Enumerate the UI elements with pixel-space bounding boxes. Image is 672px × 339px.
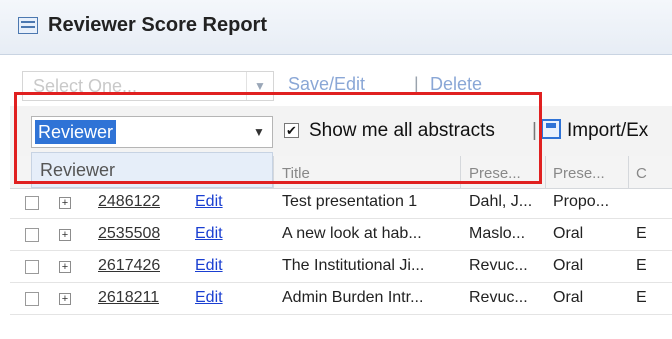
edit-link[interactable]: Edit — [195, 289, 223, 307]
row-title: Test presentation 1 — [282, 193, 418, 210]
expand-row-icon[interactable]: + — [59, 293, 71, 305]
row-extra: E — [636, 225, 647, 242]
edit-link[interactable]: Edit — [195, 225, 223, 243]
abstract-id-link[interactable]: 2486122 — [98, 193, 160, 211]
row-presentation-type: Oral — [553, 257, 584, 274]
abstract-id-link[interactable]: 2617426 — [98, 257, 160, 275]
page-title: Reviewer Score Report — [48, 14, 267, 36]
row-select-checkbox[interactable] — [25, 196, 39, 210]
row-presenter: Revuc... — [469, 257, 528, 274]
row-presenter: Revuc... — [469, 289, 528, 306]
column-header-c[interactable]: C — [636, 165, 647, 182]
report-table-icon — [18, 17, 38, 34]
row-select-checkbox[interactable] — [25, 260, 39, 274]
edit-link[interactable]: Edit — [195, 257, 223, 275]
import-export-button[interactable]: Import/Ex — [567, 120, 648, 142]
abstract-id-link[interactable]: 2618211 — [98, 289, 159, 307]
row-extra: E — [636, 289, 647, 306]
column-header-presentation-type[interactable]: Prese... — [553, 165, 605, 182]
expand-row-icon[interactable]: + — [59, 229, 71, 241]
row-presenter: Dahl, J... — [469, 193, 533, 210]
expand-row-icon[interactable]: + — [59, 197, 71, 209]
highlight-annotation-box — [14, 92, 542, 184]
abstract-id-link[interactable]: 2535508 — [98, 225, 160, 243]
row-presentation-type: Oral — [553, 289, 584, 306]
column-divider — [545, 156, 546, 188]
row-select-checkbox[interactable] — [25, 228, 39, 242]
row-presenter: Maslo... — [469, 225, 526, 242]
row-presentation-type: Oral — [553, 225, 584, 242]
row-extra: E — [636, 257, 647, 274]
edit-link[interactable]: Edit — [195, 193, 223, 211]
column-divider — [628, 156, 629, 188]
save-disk-icon[interactable] — [541, 119, 561, 139]
row-presentation-type: Propo... — [553, 193, 610, 210]
row-select-checkbox[interactable] — [25, 292, 39, 306]
row-title: The Institutional Ji... — [282, 257, 425, 274]
row-title: Admin Burden Intr... — [282, 289, 424, 306]
expand-row-icon[interactable]: + — [59, 261, 71, 273]
row-title: A new look at hab... — [282, 225, 422, 242]
